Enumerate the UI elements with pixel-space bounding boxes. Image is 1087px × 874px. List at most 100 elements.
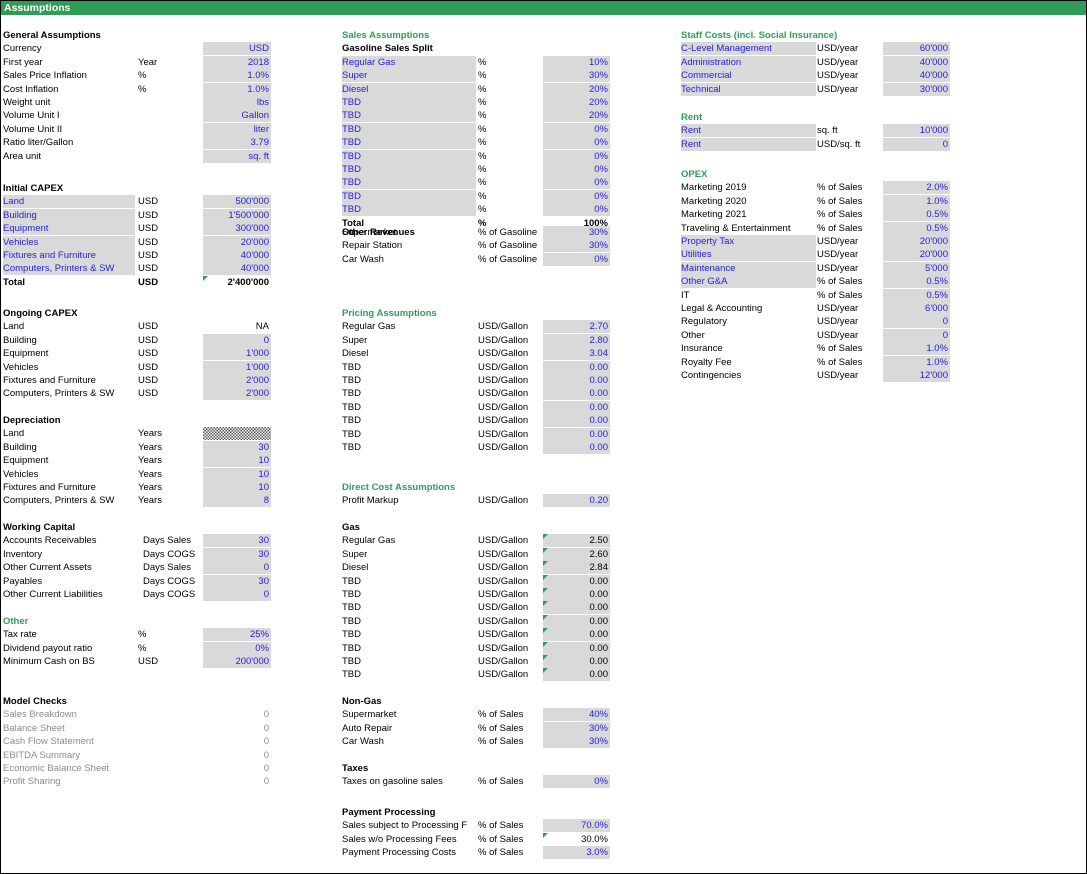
opex-unit: USD/year (817, 303, 859, 314)
staff-label: C-Level Management (681, 42, 816, 56)
gas-label: Diesel (342, 562, 369, 574)
opex-label: Marketing 2019 (681, 182, 747, 194)
opex-unit: % of Sales (817, 209, 863, 221)
opex-value[interactable]: 1.0% (883, 355, 950, 369)
gas-value[interactable]: 0.00 (543, 588, 610, 601)
pricing-value[interactable]: 0.00 (543, 441, 610, 454)
gas-value[interactable]: 0.00 (543, 668, 610, 682)
gas-value[interactable]: 2.50 (543, 534, 610, 548)
taxes-label: Taxes on gasoline sales (342, 776, 443, 788)
sales-value[interactable]: 0% (543, 149, 610, 163)
opex-value[interactable]: 1.0% (883, 342, 950, 356)
opex-value[interactable]: 2.0% (883, 181, 950, 195)
opex-value[interactable]: 0 (883, 328, 950, 342)
opex-value[interactable]: 12'000 (883, 369, 950, 382)
non-gas-value[interactable]: 30% (543, 735, 610, 749)
depreciation-value[interactable]: 10 (203, 454, 271, 468)
model-checks-value: 0 (263, 749, 269, 761)
rent-value[interactable]: 0 (883, 137, 950, 151)
opex-value[interactable]: 0.5% (883, 275, 950, 289)
non-gas-row: Auto Repair % of Sales 30% (0, 721, 620, 735)
opex-label: Regulatory (681, 316, 727, 328)
opex-value[interactable]: 5'000 (883, 261, 950, 275)
opex-unit: % of Sales (817, 356, 863, 368)
sales-value[interactable]: 20% (543, 96, 610, 109)
opex-row: Insurance % of Sales 1.0% (0, 342, 960, 356)
pricing-row: TBD USD/Gallon 0.00 (0, 400, 620, 414)
pricing-row: TBD USD/Gallon 0.00 (0, 414, 620, 428)
staff-value[interactable]: 30'000 (883, 82, 950, 96)
depreciation-label: Equipment (3, 455, 49, 467)
rent-value[interactable]: 10'000 (883, 124, 950, 138)
gas-row: TBD USD/Gallon 0.00 (0, 628, 620, 642)
opex-value[interactable]: 20'000 (883, 248, 950, 262)
depreciation-label: Vehicles (3, 468, 39, 480)
gas-unit: USD/Gallon (478, 548, 529, 560)
opex-value[interactable]: 0.5% (883, 221, 950, 235)
pricing-value[interactable]: 0.00 (543, 387, 610, 401)
gas-label: TBD (342, 629, 361, 641)
gas-unit: USD/Gallon (478, 535, 529, 547)
gas-label: TBD (342, 602, 361, 614)
opex-label: Marketing 2020 (681, 195, 747, 207)
gas-value[interactable]: 0.00 (543, 614, 610, 628)
gas-unit: USD/Gallon (478, 575, 529, 587)
opex-label: Maintenance (681, 261, 816, 275)
gas-title: Gas (342, 522, 360, 533)
opex-unit: % of Sales (817, 289, 863, 301)
payment-row: Payment Processing Costs % of Sales 3.0% (0, 846, 620, 860)
staff-value[interactable]: 60'000 (883, 42, 950, 56)
opex-value[interactable]: 0 (883, 315, 950, 329)
gas-row: TBD USD/Gallon 0.00 (0, 614, 620, 628)
opex-unit: USD/year (817, 329, 859, 341)
gas-unit: USD/Gallon (478, 629, 529, 641)
staff-label: Technical (681, 82, 816, 96)
payment-value[interactable]: 30.0% (543, 832, 610, 846)
taxes-value[interactable]: 0% (543, 775, 610, 789)
gas-unit: USD/Gallon (478, 615, 529, 627)
pricing-label: TBD (342, 401, 361, 413)
opex-value[interactable]: 6'000 (883, 302, 950, 315)
gas-value[interactable]: 0.00 (543, 655, 610, 668)
pricing-value[interactable]: 0.00 (543, 427, 610, 441)
gas-row: TBD USD/Gallon 0.00 (0, 655, 620, 668)
staff-value[interactable]: 40'000 (883, 69, 950, 83)
opex-value[interactable]: 0.5% (883, 208, 950, 222)
opex-row: Legal & Accounting USD/year 6'000 (0, 302, 960, 315)
gas-value[interactable]: 0.00 (543, 641, 610, 655)
model-checks-row: EBITDA Summary 0 (0, 749, 280, 762)
gas-value[interactable]: 0.00 (543, 628, 610, 642)
staff-value[interactable]: 40'000 (883, 55, 950, 69)
staff-header: Staff Costs (incl. Social Insurance) (0, 29, 960, 42)
direct-cost-header: Direct Cost Assumptions (0, 481, 620, 494)
rent-header: Rent (0, 111, 960, 124)
sales-label: TBD (342, 149, 476, 163)
payment-value[interactable]: 70.0% (543, 819, 610, 833)
non-gas-value[interactable]: 40% (543, 708, 610, 722)
rent-row: Rent sq. ft 10'000 (0, 124, 960, 138)
opex-value[interactable]: 0.5% (883, 288, 950, 302)
pricing-value[interactable]: 0.00 (543, 400, 610, 414)
staff-unit: USD/year (817, 56, 859, 68)
gas-value[interactable]: 2.60 (543, 547, 610, 561)
direct-cost-unit: USD/Gallon (478, 495, 529, 507)
non-gas-value[interactable]: 30% (543, 721, 610, 735)
opex-row: Marketing 2020 % of Sales 1.0% (0, 194, 960, 208)
pricing-value[interactable]: 0.00 (543, 414, 610, 428)
payment-row: Sales w/o Processing Fees % of Sales 30.0% (0, 832, 620, 846)
direct-cost-value[interactable]: 0.20 (543, 494, 610, 508)
opex-label: Traveling & Entertainment (681, 222, 791, 234)
opex-unit: % of Sales (817, 222, 863, 234)
opex-value[interactable]: 20'000 (883, 235, 950, 248)
payment-value[interactable]: 3.0% (543, 846, 610, 860)
rent-label: Rent (681, 124, 816, 138)
gas-label: TBD (342, 656, 361, 667)
rent-title: Rent (681, 112, 703, 123)
gas-value[interactable]: 0.00 (543, 574, 610, 588)
gas-value[interactable]: 0.00 (543, 601, 610, 615)
opex-value[interactable]: 1.0% (883, 194, 950, 208)
payment-label: Payment Processing Costs (342, 847, 457, 859)
opex-unit: % of Sales (817, 343, 863, 355)
gas-value[interactable]: 2.84 (543, 561, 610, 575)
depreciation-value[interactable]: 10 (203, 467, 271, 481)
